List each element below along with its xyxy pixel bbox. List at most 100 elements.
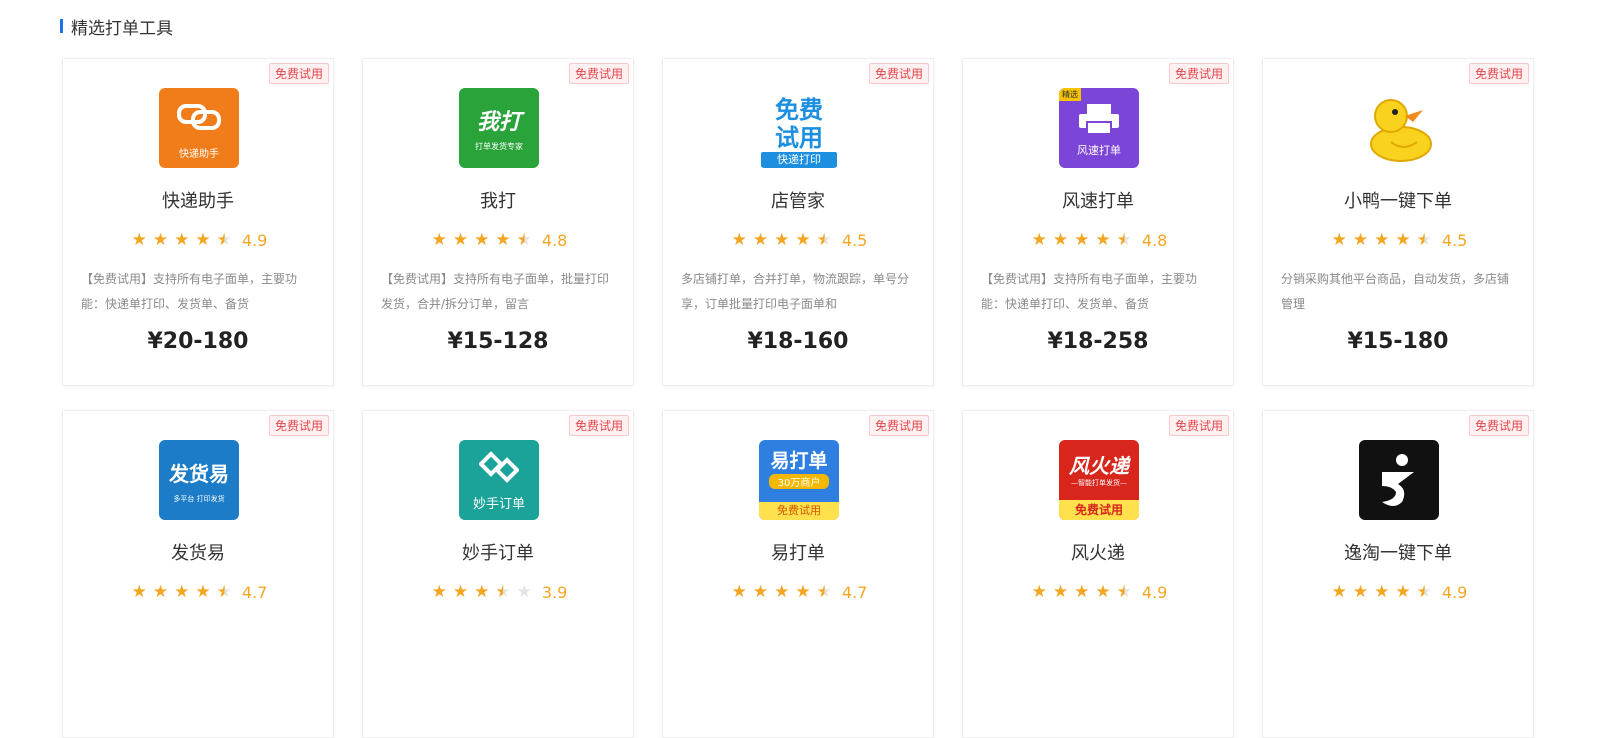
logo-caption: —智能打单发货— — [1071, 479, 1127, 487]
tool-description: 分销采购其他平台商品，自动发货，多店铺管理 — [1281, 272, 1510, 311]
rating-score: 4.9 — [1141, 583, 1168, 602]
tool-logo[interactable] — [1359, 440, 1439, 520]
free-trial-badge: 免费试用 — [1168, 415, 1229, 436]
star-icon: ★ — [174, 230, 190, 250]
tool-price: ¥18-258 — [1047, 329, 1149, 354]
tool-card[interactable]: 免费试用 免费 试用 快递打印 店管家 ★ ★ ★ ★ ★ 4.5 多店铺打单，合并打单… — [662, 58, 934, 386]
tool-description — [81, 619, 315, 669]
half-star-icon: ★ — [216, 230, 232, 250]
star-icon: ★ — [1331, 582, 1347, 602]
tool-price: ¥15-128 — [447, 329, 549, 354]
half-star-icon: ★ — [816, 230, 832, 250]
star-icon: ★ — [452, 582, 469, 602]
tool-logo[interactable]: 妙手订单 — [459, 440, 539, 520]
star-icon: ★ — [774, 230, 790, 250]
star-icon: ★ — [195, 230, 211, 250]
tool-price: ¥18-160 — [747, 329, 849, 354]
duck-icon — [1370, 99, 1432, 162]
tool-description — [981, 619, 1215, 669]
rating-score: 4.5 — [1441, 231, 1468, 250]
tool-card[interactable]: 免费试用 精选 风速打单 风速打单 ★ ★ ★ ★ ★ 4.8 【免费试用】支持所有电子… — [962, 58, 1234, 386]
tool-card[interactable]: 免费试用 小鸭一键下单 ★ ★ ★ ★ ★ 4.5 分销采购其他平台商品，自动发货，多店… — [1262, 58, 1534, 386]
free-trial-badge: 免费试用 — [268, 415, 329, 436]
logo-caption: 快递助手 — [179, 149, 219, 160]
star-icon: ★ — [431, 230, 447, 250]
tool-description: 【免费试用】支持所有电子面单，主要功能：快递单打印、发货单、备货 — [81, 272, 298, 311]
star-rating: ★ ★ ★ ★ ★ 4.8 — [963, 231, 1233, 250]
star-icon: ★ — [1374, 582, 1390, 602]
rating-score: 4.7 — [841, 583, 868, 602]
star-icon: ★ — [774, 582, 790, 602]
star-icon: ★ — [1095, 230, 1111, 250]
tool-name[interactable]: 小鸭一键下单 — [1263, 187, 1533, 213]
tool-price: ¥15-180 — [1347, 329, 1449, 354]
star-icon: ★ — [152, 582, 169, 602]
free-trial-badge: 免费试用 — [868, 63, 929, 84]
logo-line-2: 试用 — [775, 124, 823, 152]
tool-logo[interactable]: 发货易 多平台 打印发货 — [159, 440, 239, 520]
tool-card[interactable]: 免费试用 风火递 —智能打单发货— 免费试用 风火递 ★ ★ ★ ★ ★ 4.9 — [962, 410, 1234, 738]
star-icon: ★ — [474, 582, 490, 602]
star-rating: ★ ★ ★ ★ ★ 4.9 — [1263, 583, 1533, 602]
yitao-mark-icon — [1382, 454, 1414, 506]
star-icon: ★ — [495, 230, 511, 250]
free-trial-badge: 免费试用 — [868, 415, 929, 436]
tool-name[interactable]: 我打 — [363, 187, 633, 213]
tool-logo[interactable]: 免费 试用 快递打印 — [759, 88, 839, 168]
star-icon: ★ — [1352, 582, 1369, 602]
tool-logo[interactable]: 快递助手 — [159, 88, 239, 168]
star-icon: ★ — [1052, 582, 1069, 602]
star-icon: ★ — [1031, 230, 1047, 250]
tool-card[interactable]: 免费试用 发货易 多平台 打印发货 发货易 ★ ★ ★ ★ ★ 4.7 — [62, 410, 334, 738]
logo-wordmark: 风火递 — [1069, 454, 1129, 478]
rating-score: 4.8 — [1141, 231, 1168, 250]
tool-logo[interactable]: 我打 打单发货专家 — [459, 88, 539, 168]
tool-card[interactable]: 免费试用 妙手订单 妙手订单 ★ ★ ★ ★ ★ 3.9 — [362, 410, 634, 738]
free-trial-badge: 免费试用 — [1168, 63, 1229, 84]
tool-name[interactable]: 易打单 — [663, 539, 933, 565]
logo-caption: 30万商户 — [769, 474, 829, 489]
free-trial-badge: 免费试用 — [568, 415, 629, 436]
section-accent-bar — [60, 19, 63, 33]
tool-description — [381, 619, 615, 669]
tool-name[interactable]: 妙手订单 — [363, 539, 633, 565]
tool-name[interactable]: 风速打单 — [963, 187, 1233, 213]
tool-logo[interactable] — [1359, 88, 1439, 168]
star-rating: ★ ★ ★ ★ ★ 4.8 — [363, 231, 633, 250]
logo-wordmark: 易打单 — [770, 450, 828, 472]
tool-grid: 免费试用 快递助手 快递助手 ★ ★ ★ ★ ★ 4.9 【免费试用】支持所有电子面单，… — [62, 58, 1536, 738]
star-icon: ★ — [174, 582, 190, 602]
tool-logo[interactable]: 易打单 30万商户 免费试用 — [759, 440, 839, 520]
section-header: 精选打单工具 — [60, 14, 173, 39]
rating-score: 3.9 — [541, 583, 568, 602]
tool-card[interactable]: 免费试用 我打 打单发货专家 我打 ★ ★ ★ ★ ★ 4.8 【免费试用】支持所有电子… — [362, 58, 634, 386]
tool-name[interactable]: 快递助手 — [63, 187, 333, 213]
star-icon: ★ — [452, 230, 469, 250]
half-star-icon: ★ — [1116, 582, 1132, 602]
star-icon: ★ — [1374, 230, 1390, 250]
tool-card[interactable]: 免费试用 快递助手 快递助手 ★ ★ ★ ★ ★ 4.9 【免费试用】支持所有电子面单，… — [62, 58, 334, 386]
tool-description — [1281, 619, 1515, 669]
tool-card[interactable]: 免费试用 逸淘一键下单 ★ ★ ★ ★ ★ 4.9 — [1262, 410, 1534, 738]
tool-name[interactable]: 店管家 — [663, 187, 933, 213]
diamond-link-icon — [479, 451, 519, 483]
tool-name[interactable]: 逸淘一键下单 — [1263, 539, 1533, 565]
star-icon: ★ — [795, 230, 811, 250]
half-star-icon: ★ — [495, 582, 511, 602]
tool-name[interactable]: 风火递 — [963, 539, 1233, 565]
tool-card[interactable]: 免费试用 易打单 30万商户 免费试用 易打单 ★ ★ ★ ★ ★ 4.7 — [662, 410, 934, 738]
tool-logo[interactable]: 精选 风速打单 — [1059, 88, 1139, 168]
logo-caption: 打单发货专家 — [475, 142, 523, 151]
star-icon: ★ — [752, 230, 769, 250]
tool-logo[interactable]: 风火递 —智能打单发货— 免费试用 — [1059, 440, 1139, 520]
logo-caption: 多平台 打印发货 — [173, 495, 225, 503]
printer-icon — [1079, 104, 1119, 135]
star-icon: ★ — [152, 230, 169, 250]
tool-name[interactable]: 发货易 — [63, 539, 333, 565]
free-trial-badge: 免费试用 — [268, 63, 329, 84]
rating-score: 4.9 — [1441, 583, 1468, 602]
star-icon: ★ — [752, 582, 769, 602]
star-rating: ★ ★ ★ ★ ★ 4.7 — [63, 583, 333, 602]
star-icon: ★ — [1074, 582, 1090, 602]
star-icon: ★ — [1395, 230, 1411, 250]
